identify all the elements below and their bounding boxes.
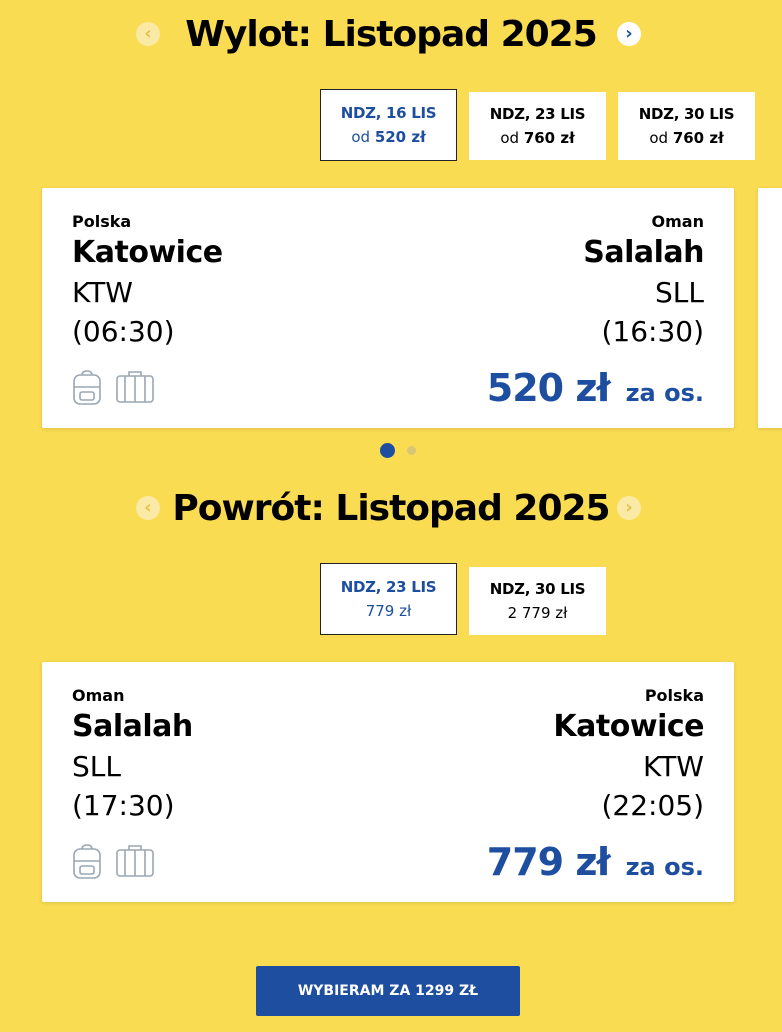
price-amount: 520 zł	[486, 366, 611, 410]
departure-info: Polska Katowice KTW (06:30)	[72, 212, 223, 348]
carousel-dot-active[interactable]	[380, 443, 395, 458]
outbound-date-tab-1[interactable]: NDZ, 16 LIS od 520 zł	[320, 89, 457, 161]
outbound-next-month-button[interactable]: ›	[617, 22, 641, 46]
return-month-header: ‹ Powrót: Listopad 2025 ›	[0, 484, 782, 532]
chevron-right-icon: ›	[625, 23, 633, 44]
return-date-tab-2[interactable]: NDZ, 30 LIS 2 779 zł	[469, 567, 606, 635]
outbound-month-title: Wylot: Listopad 2025	[185, 13, 598, 55]
price-per-person: za os.	[625, 853, 704, 881]
arrival-info: Oman Salalah SLL (16:30)	[583, 212, 704, 348]
date-tab-date: NDZ, 23 LIS	[340, 578, 437, 596]
arrival-time: (22:05)	[601, 789, 704, 822]
departure-city: Salalah	[72, 709, 193, 744]
carousel-dots	[380, 443, 416, 458]
backpack-icon	[73, 844, 101, 879]
date-tab-price: 779 zł	[365, 602, 412, 620]
suitcase-icon	[116, 371, 154, 403]
price-per-person: za os.	[625, 379, 704, 407]
baggage-icons	[72, 844, 154, 880]
return-next-month-button[interactable]: ›	[617, 496, 641, 520]
outbound-price: 520 zł za os.	[487, 366, 704, 410]
arrival-country: Oman	[651, 212, 704, 231]
select-flights-button[interactable]: WYBIERAM ZA 1299 ZŁ	[256, 966, 520, 1016]
departure-code: KTW	[72, 276, 133, 309]
outbound-flight-card[interactable]: Polska Katowice KTW (06:30) Oman Salalah…	[42, 188, 734, 428]
date-tab-price: od 760 zł	[500, 129, 575, 147]
date-tab-price: 2 779 zł	[507, 604, 568, 622]
chevron-right-icon: ›	[625, 497, 633, 518]
chevron-left-icon: ‹	[144, 23, 152, 44]
return-prev-month-button[interactable]: ‹	[136, 496, 160, 520]
return-date-tab-1[interactable]: NDZ, 23 LIS 779 zł	[320, 563, 457, 635]
baggage-icons	[72, 370, 154, 406]
arrival-code: SLL	[655, 276, 704, 309]
date-tab-price: od 760 zł	[649, 129, 724, 147]
arrival-city: Katowice	[553, 709, 704, 744]
arrival-info: Polska Katowice KTW (22:05)	[553, 686, 704, 822]
arrival-time: (16:30)	[601, 315, 704, 348]
arrival-code: KTW	[643, 750, 704, 783]
suitcase-icon	[116, 845, 154, 877]
return-month-title: Powrót: Listopad 2025	[172, 487, 610, 529]
next-flight-card-peek[interactable]	[758, 188, 782, 428]
arrival-city: Salalah	[583, 235, 704, 270]
chevron-left-icon: ‹	[144, 497, 152, 518]
date-tab-date: NDZ, 23 LIS	[489, 105, 586, 123]
outbound-month-header: ‹ Wylot: Listopad 2025 ›	[0, 10, 782, 58]
date-tab-date: NDZ, 30 LIS	[638, 105, 735, 123]
outbound-date-tab-3[interactable]: NDZ, 30 LIS od 760 zł	[618, 92, 755, 160]
backpack-icon	[73, 370, 101, 405]
price-amount: 779 zł	[486, 840, 611, 884]
departure-code: SLL	[72, 750, 121, 783]
departure-country: Oman	[72, 686, 125, 705]
date-tab-date: NDZ, 30 LIS	[489, 580, 586, 598]
return-price: 779 zł za os.	[487, 840, 704, 884]
outbound-prev-month-button[interactable]: ‹	[136, 22, 160, 46]
departure-info: Oman Salalah SLL (17:30)	[72, 686, 193, 822]
date-tab-price: od 520 zł	[351, 128, 426, 146]
departure-city: Katowice	[72, 235, 223, 270]
departure-time: (06:30)	[72, 315, 175, 348]
carousel-dot[interactable]	[407, 446, 416, 455]
arrival-country: Polska	[644, 686, 704, 705]
return-flight-card[interactable]: Oman Salalah SLL (17:30) Polska Katowice…	[42, 662, 734, 902]
date-tab-date: NDZ, 16 LIS	[340, 104, 437, 122]
departure-time: (17:30)	[72, 789, 175, 822]
departure-country: Polska	[72, 212, 132, 231]
outbound-date-tab-2[interactable]: NDZ, 23 LIS od 760 zł	[469, 92, 606, 160]
